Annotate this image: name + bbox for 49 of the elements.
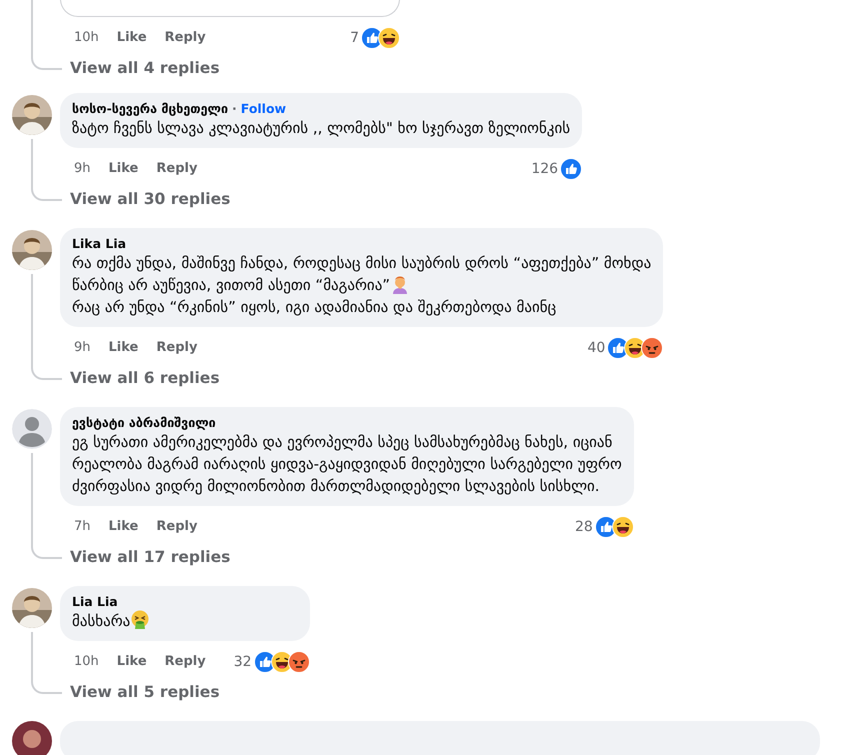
- reply-link[interactable]: Reply: [156, 338, 198, 358]
- like-link[interactable]: Like: [116, 652, 147, 672]
- angry-face-icon: [641, 337, 664, 359]
- thread-line: [31, 0, 62, 70]
- reply-link[interactable]: Reply: [156, 159, 198, 179]
- like-icon: [560, 158, 582, 180]
- comment-text: რაც არ უნდა “რკინის” იყოს, იგი ადამიანია და შეკრთებოდა მაინც: [72, 298, 556, 316]
- reaction-count: 7: [350, 28, 359, 48]
- view-replies-link[interactable]: View all 17 replies: [60, 542, 634, 572]
- time-label: 7h: [74, 518, 91, 536]
- comment-text: ზატო ჩვენს სლავა კლავიატურის ,, ლომებს" ხო სჯერავთ ზელიონკის: [72, 119, 570, 137]
- reply-link[interactable]: Reply: [164, 28, 206, 48]
- comment-text: რა თქმა უნდა, მაშინვე ჩანდა, როდესაც მისი საუბრის დროს “აფეთქება” მოხდა: [72, 254, 652, 272]
- separator-dot: ·: [232, 101, 237, 116]
- comment-text: რეალობა მაგრამ იარაღის ყიდვა-გაყიდვიდან მიღებული სარგებელი უფრო: [72, 455, 622, 473]
- time-label: 9h: [74, 339, 91, 358]
- nauseated-face-icon: [130, 610, 150, 630]
- time-label: 9h: [74, 160, 91, 178]
- author-name[interactable]: Lia Lia: [72, 594, 118, 609]
- reaction-count: 126: [531, 160, 558, 178]
- view-replies-link[interactable]: View all 4 replies: [60, 53, 400, 83]
- like-link[interactable]: Like: [108, 159, 138, 179]
- comment-text: ეგ სურათი ამერიკელებმა და ევროპელმა სპეც სამსახურებმაც ნახეს, იციან: [72, 433, 612, 451]
- like-link[interactable]: Like: [108, 517, 138, 537]
- reaction-count: 28: [574, 518, 593, 536]
- like-link[interactable]: Like: [116, 28, 147, 48]
- comment-text: მასხარა: [72, 612, 130, 630]
- reply-link[interactable]: Reply: [164, 652, 206, 672]
- author-name[interactable]: ევსტატი აბრამიშვილი: [72, 415, 216, 430]
- view-replies-link[interactable]: View all 30 replies: [60, 184, 582, 214]
- time-label: 10h: [74, 653, 99, 672]
- like-link[interactable]: Like: [108, 338, 138, 358]
- follow-link[interactable]: Follow: [240, 101, 286, 116]
- author-name[interactable]: სოსო-სევერა მცხეთელი: [72, 101, 228, 116]
- thread-line: [31, 632, 62, 694]
- reaction-count: 40: [587, 338, 606, 358]
- comment-text: ძვირფასია ვიდრე მილიონობით მართლმადიდებელი სლავების სისხლი.: [72, 477, 600, 495]
- laughing-face-icon: [378, 27, 400, 49]
- angry-face-icon: [288, 651, 310, 673]
- comment-text: წარბიც არ აუწევია, ვითომ ასეთი “მაგარია”: [72, 276, 390, 294]
- view-replies-link[interactable]: View all 6 replies: [60, 363, 664, 393]
- reaction-count: 32: [234, 652, 252, 672]
- default-avatar-icon[interactable]: [12, 409, 52, 449]
- thread-line: [31, 139, 62, 201]
- time-label: 10h: [74, 29, 99, 48]
- reply-link[interactable]: Reply: [156, 517, 198, 537]
- author-name[interactable]: Lika Lia: [72, 236, 126, 251]
- view-replies-link[interactable]: View all 5 replies: [60, 677, 310, 707]
- laughing-face-icon: [612, 516, 634, 538]
